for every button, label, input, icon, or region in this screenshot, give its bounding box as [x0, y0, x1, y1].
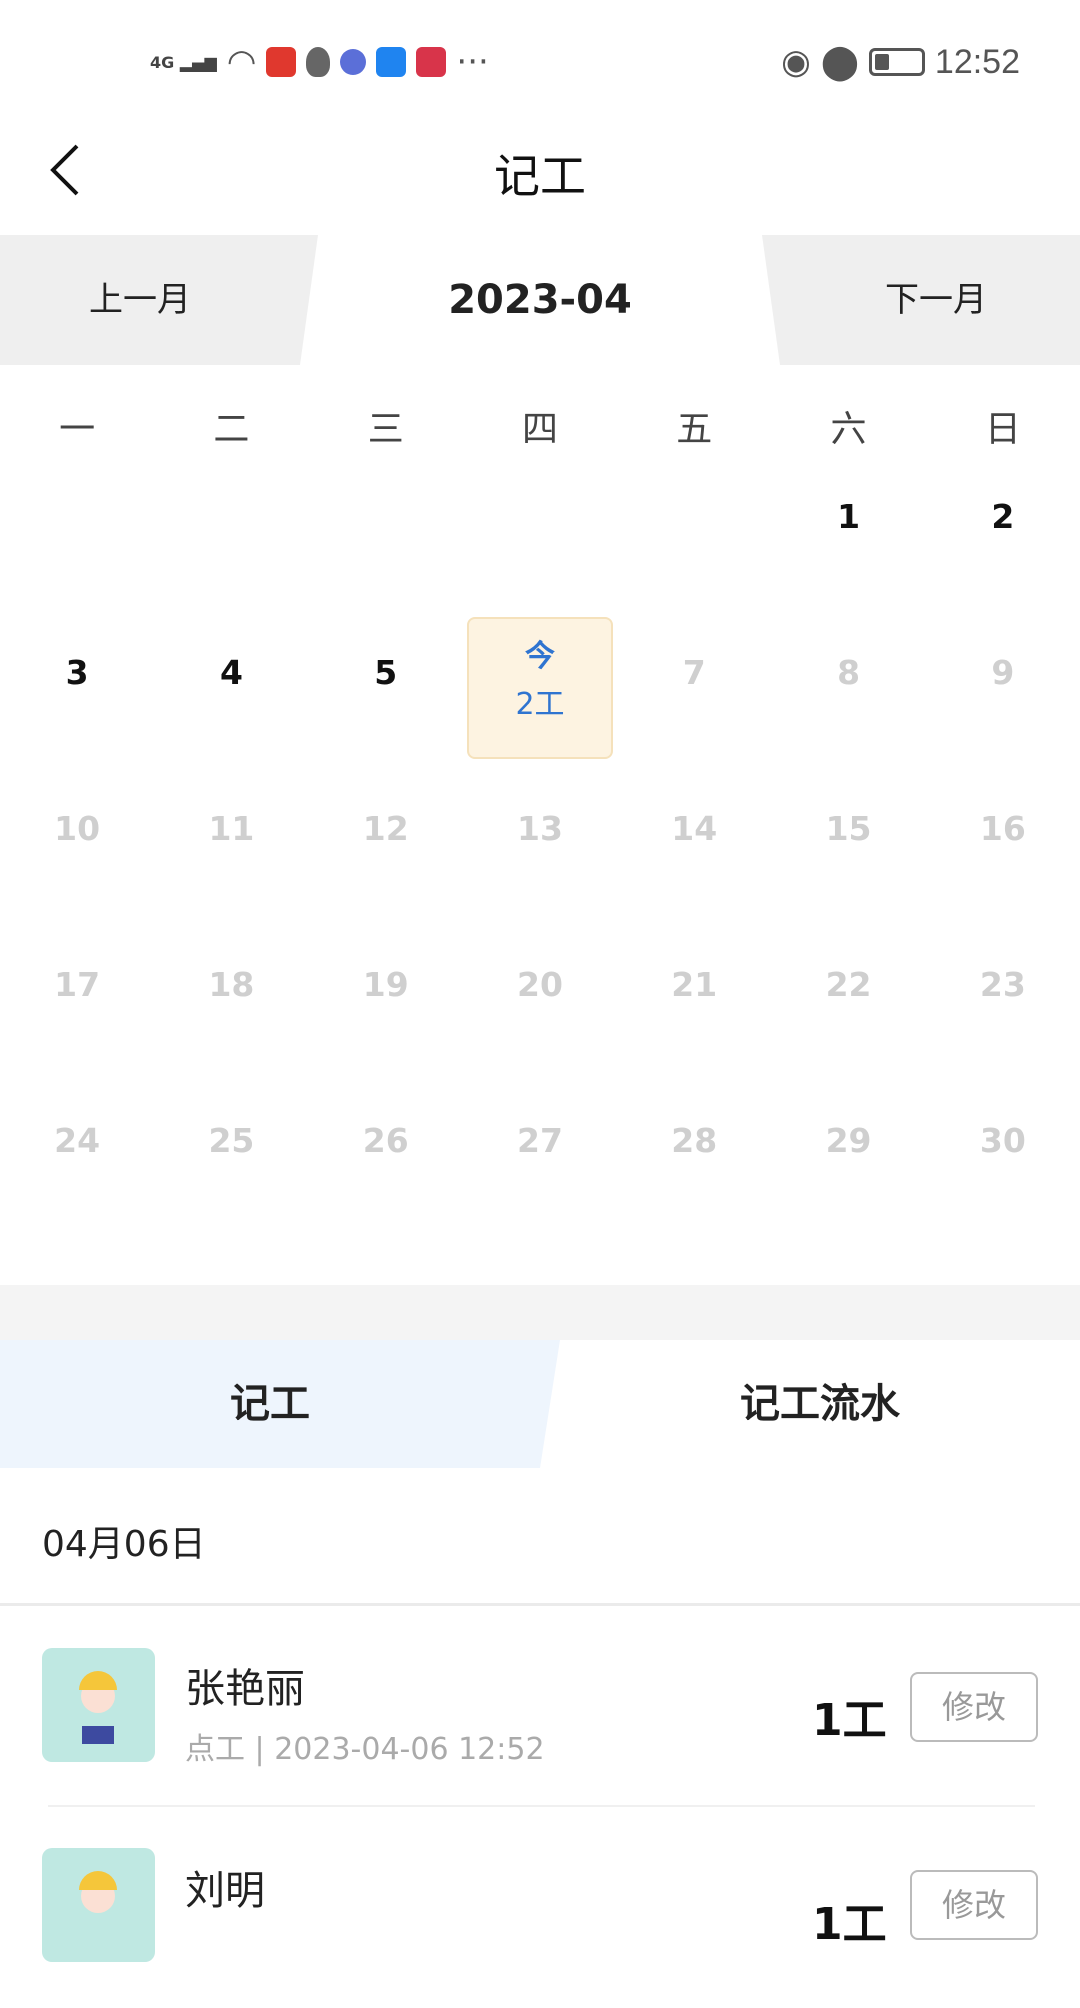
calendar-day[interactable]: 24 — [0, 1079, 154, 1235]
calendar-day[interactable]: 29 — [771, 1079, 925, 1235]
calendar-day[interactable]: 28 — [617, 1079, 771, 1235]
calendar-day[interactable]: 30 — [926, 1079, 1080, 1235]
weekday: 一 — [59, 409, 96, 450]
calendar-day[interactable]: 25 — [154, 1079, 308, 1235]
avatar — [42, 1648, 155, 1762]
calendar-day[interactable]: 5 — [309, 611, 463, 767]
tab-bar: 记工 记工流水 — [0, 1340, 1080, 1468]
calendar-day[interactable]: 2 — [926, 455, 1080, 611]
list-item: 张艳丽 点工 | 2023-04-06 12:52 1工 修改 — [0, 1606, 1080, 1806]
calendar-day-empty — [617, 455, 771, 611]
weekday: 六 — [830, 409, 867, 450]
calendar-day[interactable]: 12 — [309, 767, 463, 923]
signal-icon: 4G ▂▄▆ — [150, 52, 217, 72]
calendar-day[interactable]: 13 — [463, 767, 617, 923]
divider — [48, 1805, 1035, 1807]
calendar-day-today[interactable]: 今 2工 — [463, 611, 617, 767]
weekday: 日 — [984, 409, 1021, 450]
worker-avatar-icon — [79, 1871, 117, 1913]
worker-avatar-icon — [79, 1671, 117, 1744]
calendar-day[interactable]: 18 — [154, 923, 308, 1079]
edit-button[interactable]: 修改 — [910, 1870, 1038, 1940]
calendar-day[interactable]: 10 — [0, 767, 154, 923]
calendar-week: 12 — [0, 455, 1080, 611]
clock: 12:52 — [934, 42, 1020, 81]
book-icon — [416, 47, 447, 77]
calendar-day-empty — [463, 455, 617, 611]
weekday-header: 一 二 三 四 五 六 日 — [0, 400, 1080, 452]
calendar-week: 17 18 19 20 21 22 23 — [0, 923, 1080, 1079]
tab-record[interactable]: 记工 — [0, 1340, 540, 1468]
app-icon — [266, 47, 297, 77]
month-switcher: 上一月 2023-04 下一月 — [0, 235, 1080, 365]
calendar-grid: 1 2 3 4 5 今 2工 7 8 9 10 11 12 13 14 15 16 17 18 19 20 21 22 23 2… — [0, 455, 1080, 1235]
calendar-day-empty — [154, 455, 308, 611]
section-gap — [0, 1285, 1080, 1340]
calendar-day[interactable]: 1 — [771, 455, 925, 611]
prev-month-button[interactable]: 上一月 — [40, 235, 240, 365]
calendar-day[interactable]: 3 — [0, 611, 154, 767]
calendar-day[interactable]: 8 — [771, 611, 925, 767]
network-type: 4G — [150, 52, 175, 72]
calendar-day[interactable]: 14 — [617, 767, 771, 923]
today-label: 今 — [524, 639, 555, 674]
calendar-day[interactable]: 23 — [926, 923, 1080, 1079]
calendar-day[interactable]: 16 — [926, 767, 1080, 923]
next-month-button[interactable]: 下一月 — [836, 235, 1036, 365]
calendar-week: 24 25 26 27 28 29 30 — [0, 1079, 1080, 1235]
worker-name: 张艳丽 — [185, 1666, 305, 1712]
music-icon — [340, 49, 367, 75]
calendar-day[interactable]: 4 — [154, 611, 308, 767]
worker-name: 刘明 — [185, 1868, 265, 1914]
page-title: 记工 — [494, 149, 586, 203]
calendar-day[interactable]: 7 — [617, 611, 771, 767]
today-work: 2工 — [515, 687, 565, 722]
current-month: 2023-04 — [448, 277, 632, 323]
record-time: 2023-04-06 12:52 — [274, 1732, 545, 1767]
weekday: 二 — [213, 409, 250, 450]
record-meta: 点工 | 2023-04-06 12:52 — [185, 1732, 545, 1767]
list-item: 刘明 1工 修改 — [0, 1808, 1080, 2008]
calendar-day[interactable]: 26 — [309, 1079, 463, 1235]
calendar-week: 3 4 5 今 2工 7 8 9 — [0, 611, 1080, 767]
calendar-day[interactable]: 11 — [154, 767, 308, 923]
calendar-day[interactable]: 21 — [617, 923, 771, 1079]
battery-icon — [868, 48, 925, 76]
calendar-day[interactable]: 27 — [463, 1079, 617, 1235]
avatar — [42, 1848, 155, 1962]
date-label: 04月06日 — [42, 1524, 206, 1565]
calendar-day[interactable]: 20 — [463, 923, 617, 1079]
edit-button[interactable]: 修改 — [910, 1672, 1038, 1742]
record-type: 点工 — [185, 1732, 245, 1767]
shield-user-icon — [306, 47, 331, 77]
wifi-icon: ◠ — [226, 42, 257, 82]
weather-icon — [376, 47, 407, 77]
calendar-day[interactable]: 19 — [309, 923, 463, 1079]
calendar-day[interactable]: 15 — [771, 767, 925, 923]
weekday: 三 — [367, 409, 404, 450]
calendar-week: 10 11 12 13 14 15 16 — [0, 767, 1080, 923]
eye-icon: ◉ — [781, 42, 811, 82]
work-count: 1工 — [812, 1695, 887, 1746]
work-count: 1工 — [812, 1899, 887, 1950]
more-icon: ··· — [456, 42, 489, 82]
calendar-day-empty — [0, 455, 154, 611]
calendar-day[interactable]: 22 — [771, 923, 925, 1079]
status-right: ◉ ⬤ 12:52 — [781, 40, 1020, 84]
tab-record-history[interactable]: 记工流水 — [560, 1340, 1080, 1468]
status-left: 4G ▂▄▆ ◠ ··· — [150, 40, 489, 84]
location-icon: ⬤ — [820, 42, 859, 82]
weekday: 四 — [521, 409, 558, 450]
calendar-day-empty — [309, 455, 463, 611]
calendar-day[interactable]: 17 — [0, 923, 154, 1079]
calendar-day[interactable]: 9 — [926, 611, 1080, 767]
weekday: 五 — [676, 409, 713, 450]
